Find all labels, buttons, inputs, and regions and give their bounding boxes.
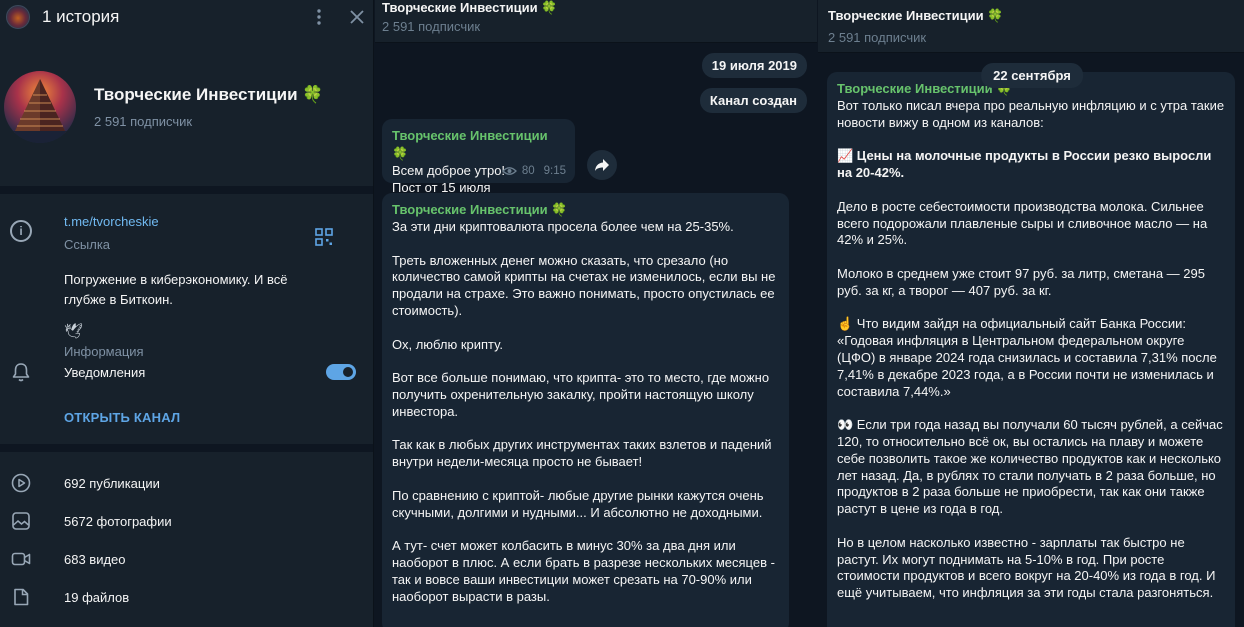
view-count: 80 xyxy=(521,165,535,177)
forward-icon xyxy=(595,159,609,171)
chat-header[interactable]: Творческие Инвестиции 🍀 2 591 подписчик xyxy=(818,0,1244,53)
message-headline: 📈 Цены на молочные продукты в России рез… xyxy=(837,148,1216,181)
more-options-icon[interactable] xyxy=(309,7,329,27)
date-separator: 19 июля 2019 xyxy=(701,53,807,78)
message-author: Творческие Инвестиции 🍀 xyxy=(392,128,548,161)
stat-label: 5672 фотографии xyxy=(64,513,172,529)
chat-subscribers: 2 591 подписчик xyxy=(828,30,927,45)
message-paragraph: 👀 Если три года назад вы получали 60 тыс… xyxy=(837,417,1227,517)
channel-profile: Творческие Инвестиции 🍀 2 591 подписчик xyxy=(0,34,373,154)
video-camera-icon xyxy=(11,552,31,566)
message-bubble[interactable]: Творческие Инвестиции 🍀 Вот только писал… xyxy=(827,72,1235,627)
open-channel-button[interactable]: ОТКРЫТЬ КАНАЛ xyxy=(64,410,180,425)
channel-description: Погружение в киберэкономику. И всё глубж… xyxy=(64,272,288,307)
forward-button[interactable] xyxy=(587,150,617,180)
message-meta: 80 9:15 xyxy=(501,165,566,177)
message-paragraph: Вот только писал вчера про реальную инфл… xyxy=(837,98,1228,130)
media-stats: 692 публикации 5672 фотографии 683 видео… xyxy=(0,464,373,616)
file-icon xyxy=(14,588,29,606)
message-paragraph: Молоко в среднем уже стоит 97 руб. за ли… xyxy=(837,265,1209,298)
channel-name: Творческие Инвестиции 🍀 xyxy=(94,85,324,104)
profile-header: 1 история xyxy=(0,0,373,34)
message-paragraph: Дело в росте себестоимости производства … xyxy=(837,198,1211,248)
photo-icon xyxy=(12,512,30,530)
video-circle-icon xyxy=(11,473,31,493)
section-divider xyxy=(0,444,373,452)
stories-title: 1 история xyxy=(42,7,120,26)
chat-subscribers: 2 591 подписчик xyxy=(382,19,481,34)
qr-code-icon[interactable] xyxy=(315,228,333,246)
stat-label: 692 публикации xyxy=(64,475,160,491)
notifications-toggle[interactable] xyxy=(326,364,356,380)
channel-link[interactable]: t.me/tvorcheskie xyxy=(64,214,373,229)
close-icon[interactable] xyxy=(347,7,367,27)
message-text: За эти дни криптовалюта просела более че… xyxy=(392,219,776,604)
channel-created-notice: Канал создан xyxy=(699,88,807,113)
message-bubble[interactable]: Творческие Инвестиции 🍀 Всем доброе утро… xyxy=(382,119,575,195)
section-divider xyxy=(0,186,373,194)
date-separator: 22 сентября xyxy=(981,63,1083,88)
channel-avatar xyxy=(4,71,76,143)
notifications-label: Уведомления xyxy=(64,364,146,380)
stat-label: 683 видео xyxy=(64,551,126,567)
message-author: Творческие Инвестиции 🍀 xyxy=(392,202,568,217)
chat-view-right: Творческие Инвестиции 🍀 2 591 подписчик … xyxy=(818,0,1244,627)
stat-label: 19 файлов xyxy=(64,589,130,605)
message-paragraph: Но в целом насколько известно - зарплаты… xyxy=(837,534,1220,601)
stat-files[interactable]: 19 файлов xyxy=(0,578,373,616)
channel-info-panel: 1 история Творческие Инвестиции 🍀 2 591 … xyxy=(0,0,374,627)
message-time: 9:15 xyxy=(543,165,566,177)
chat-title: Творческие Инвестиции 🍀 xyxy=(382,0,558,15)
stat-photos[interactable]: 5672 фотографии xyxy=(0,502,373,540)
info-icon: i xyxy=(10,220,32,242)
notifications-row[interactable]: Уведомления xyxy=(0,352,373,392)
bell-icon xyxy=(12,363,30,382)
chat-title: Творческие Инвестиции 🍀 xyxy=(828,8,1004,23)
stat-videos[interactable]: 683 видео xyxy=(0,540,373,578)
chat-view-left: Творческие Инвестиции 🍀 2 591 подписчик … xyxy=(375,0,817,627)
dove-emoji: 🕊 xyxy=(64,323,84,340)
story-avatar[interactable] xyxy=(6,5,30,29)
message-paragraph: ☝️ Что видим зайдя на официальный сайт Б… xyxy=(837,316,1217,399)
eye-icon xyxy=(501,167,517,175)
chat-header[interactable]: Творческие Инвестиции 🍀 2 591 подписчик xyxy=(375,0,817,43)
stat-posts[interactable]: 692 публикации xyxy=(0,464,373,502)
message-bubble[interactable]: Творческие Инвестиции 🍀 За эти дни крипт… xyxy=(382,193,789,627)
subscriber-count: 2 591 подписчик xyxy=(94,114,193,129)
